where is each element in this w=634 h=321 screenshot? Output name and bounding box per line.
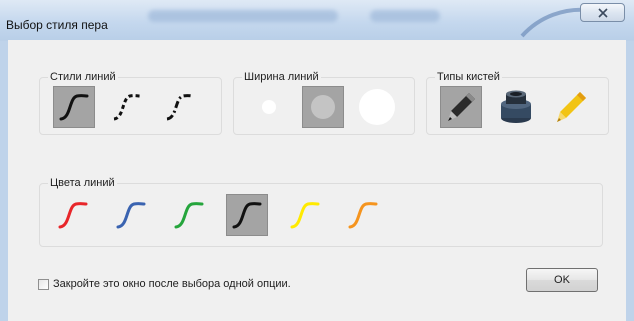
marker-brush-icon (501, 90, 531, 123)
color-red[interactable] (52, 194, 94, 236)
brush-marker[interactable] (495, 86, 537, 128)
line-colors-label: Цвета линий (48, 176, 117, 190)
orange-line-icon (348, 202, 378, 229)
line-widths-group: Ширина линий (233, 70, 415, 135)
title-bar: Выбор стиля пера (0, 0, 634, 40)
line-styles-label: Стили линий (48, 70, 118, 84)
thin-width-icon (262, 100, 276, 114)
thick-width-icon (359, 89, 395, 125)
yellow-line-icon (290, 202, 320, 229)
ok-button[interactable]: OK (526, 268, 598, 292)
background-blur (148, 10, 338, 22)
close-after-select-row[interactable]: Закройте это окно после выбора одной опц… (38, 278, 291, 290)
line-width-medium[interactable] (302, 86, 344, 128)
line-styles-group: Стили линий (39, 70, 222, 135)
brush-types-group: Типы кистей (426, 70, 609, 135)
line-style-solid[interactable] (53, 86, 95, 128)
color-orange[interactable] (342, 194, 384, 236)
line-style-dash-dot[interactable] (159, 86, 201, 128)
color-yellow[interactable] (284, 194, 326, 236)
highlighter-brush-icon (557, 92, 586, 122)
brush-highlighter[interactable] (550, 86, 592, 128)
line-style-dashed[interactable] (106, 86, 148, 128)
pen-brush-icon (448, 93, 475, 121)
blue-line-icon (116, 202, 146, 229)
close-after-select-label: Закройте это окно после выбора одной опц… (53, 278, 291, 290)
color-black[interactable] (226, 194, 268, 236)
background-blur (370, 10, 440, 22)
window-title: Выбор стиля пера (6, 18, 108, 32)
medium-width-icon (311, 95, 335, 119)
color-blue[interactable] (110, 194, 152, 236)
black-line-icon (232, 202, 262, 229)
line-colors-group: Цвета линий (39, 176, 603, 247)
close-icon (597, 7, 608, 18)
line-width-thin[interactable] (248, 86, 290, 128)
close-button[interactable] (580, 3, 625, 22)
line-width-thick[interactable] (356, 86, 398, 128)
brush-types-label: Типы кистей (435, 70, 502, 84)
dash-dot-line-icon (166, 94, 194, 121)
line-widths-label: Ширина линий (242, 70, 321, 84)
dashed-line-icon (113, 94, 141, 121)
green-line-icon (174, 202, 204, 229)
brush-pen[interactable] (440, 86, 482, 128)
color-green[interactable] (168, 194, 210, 236)
pen-style-dialog: Выбор стиля пера Стили линий Ширина лини… (0, 0, 634, 321)
solid-line-icon (59, 94, 89, 121)
close-after-select-checkbox[interactable] (38, 278, 49, 290)
red-line-icon (58, 202, 88, 229)
